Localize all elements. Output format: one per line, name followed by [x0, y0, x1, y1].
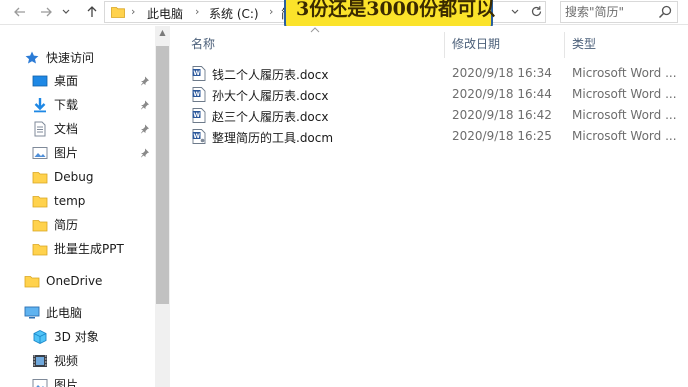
quick-access-label: 快速访问	[46, 51, 95, 65]
word-document-icon: W	[192, 87, 206, 102]
folder-icon	[32, 244, 48, 256]
scroll-thumb[interactable]	[156, 46, 169, 304]
pin-icon[interactable]	[140, 100, 150, 110]
sidebar-item-label: 文档	[54, 122, 79, 136]
file-row[interactable]: W 孙大个人履历表.docx 2020/9/18 16:44 Microsoft…	[188, 84, 688, 105]
forward-button[interactable]	[36, 2, 56, 22]
pin-icon[interactable]	[140, 124, 150, 134]
sidebar-item-label: 批量生成PPT	[54, 242, 124, 256]
picture-icon	[32, 379, 48, 387]
pin-icon[interactable]	[140, 148, 150, 158]
column-header-date[interactable]: 修改日期	[452, 26, 500, 62]
document-icon	[34, 121, 46, 137]
breadcrumb-separator: ›	[269, 5, 274, 18]
arrow-right-icon	[41, 7, 52, 17]
folder-icon	[32, 196, 48, 208]
file-row[interactable]: W 钱二个人履历表.docx 2020/9/18 16:34 Microsoft…	[188, 63, 688, 84]
sidebar-item-label: 此电脑	[46, 306, 83, 320]
download-icon	[34, 98, 46, 113]
sidebar-item-label: 图片	[54, 146, 79, 160]
breadcrumb-system-drive[interactable]: 系统 (C:)	[209, 5, 259, 22]
svg-text:W: W	[193, 112, 200, 119]
sidebar-item-label: 图片	[54, 378, 79, 387]
video-icon	[33, 355, 47, 367]
file-date: 2020/9/18 16:44	[452, 87, 552, 101]
word-document-icon: W	[192, 108, 206, 123]
sidebar-item-label: OneDrive	[46, 274, 103, 288]
navpane-scrollbar[interactable]: ▲	[155, 26, 170, 387]
sidebar-item-label: 桌面	[54, 74, 79, 88]
file-list: 名称 修改日期 类型 W 钱二个人履历表.docx 2020/9/18 16:3…	[170, 26, 688, 387]
word-document-icon: W	[192, 66, 206, 81]
file-date: 2020/9/18 16:25	[452, 129, 552, 143]
back-button[interactable]	[10, 2, 30, 22]
file-row[interactable]: W 赵三个人履历表.docx 2020/9/18 16:42 Microsoft…	[188, 105, 688, 126]
svg-text:W: W	[193, 70, 200, 77]
sort-chevron-icon	[310, 26, 322, 34]
chevron-down-icon	[511, 9, 519, 14]
sidebar-item-label: 视频	[54, 354, 79, 368]
computer-icon	[24, 306, 40, 319]
sidebar-item-label: Debug	[54, 170, 94, 184]
file-row[interactable]: W 整理简历的工具.docm 2020/9/18 16:25 Microsoft…	[188, 126, 688, 147]
folder-icon	[32, 172, 48, 184]
cube-icon	[33, 329, 47, 345]
svg-text:W: W	[193, 133, 200, 140]
search-icon[interactable]	[658, 5, 672, 19]
navigation-pane: 快速访问 桌面 下载 文档 图片 Debug temp 简历 批量生成PPT O…	[0, 26, 170, 387]
search-box[interactable]	[560, 1, 678, 23]
refresh-icon	[531, 6, 541, 17]
folder-icon	[24, 276, 40, 288]
picture-icon	[32, 147, 48, 159]
pin-icon[interactable]	[140, 76, 150, 86]
column-divider[interactable]	[444, 32, 445, 58]
callout-text: 3份还是3000份都可以	[296, 0, 496, 20]
file-type: Microsoft Word ...	[572, 129, 677, 143]
column-divider[interactable]	[564, 32, 565, 58]
file-name: 钱二个人履历表.docx	[212, 68, 329, 82]
scroll-up-arrow[interactable]: ▲	[155, 28, 170, 38]
star-icon	[25, 51, 39, 64]
svg-text:W: W	[193, 91, 200, 98]
chevron-down-icon	[62, 9, 70, 14]
address-dropdown-button[interactable]	[507, 4, 523, 20]
file-date: 2020/9/18 16:42	[452, 108, 552, 122]
recent-locations-button[interactable]	[60, 2, 72, 22]
sidebar-item-label: temp	[54, 194, 86, 208]
arrow-up-icon	[87, 6, 97, 17]
file-name: 赵三个人履历表.docx	[212, 110, 329, 124]
search-input[interactable]	[565, 4, 655, 20]
folder-icon	[32, 220, 48, 232]
arrow-left-icon	[14, 7, 25, 17]
sidebar-item-label: 3D 对象	[54, 330, 99, 344]
desktop-icon	[32, 75, 48, 87]
up-button[interactable]	[82, 2, 102, 22]
column-header-name[interactable]: 名称	[191, 26, 215, 62]
column-header-type[interactable]: 类型	[572, 26, 596, 62]
file-name: 孙大个人履历表.docx	[212, 89, 329, 103]
sidebar-item-label: 简历	[54, 218, 79, 232]
refresh-button[interactable]	[528, 4, 544, 20]
breadcrumb-separator: ›	[131, 5, 136, 18]
file-name: 整理简历的工具.docm	[212, 131, 334, 145]
breadcrumb-separator: ›	[195, 5, 200, 18]
sidebar-item-label: 下载	[54, 98, 79, 112]
file-type: Microsoft Word ...	[572, 87, 677, 101]
folder-icon	[111, 7, 125, 18]
word-macro-document-icon: W	[192, 129, 206, 144]
file-type: Microsoft Word ...	[572, 108, 677, 122]
breadcrumb-this-pc[interactable]: 此电脑	[147, 5, 183, 22]
file-type: Microsoft Word ...	[572, 66, 677, 80]
file-date: 2020/9/18 16:34	[452, 66, 552, 80]
